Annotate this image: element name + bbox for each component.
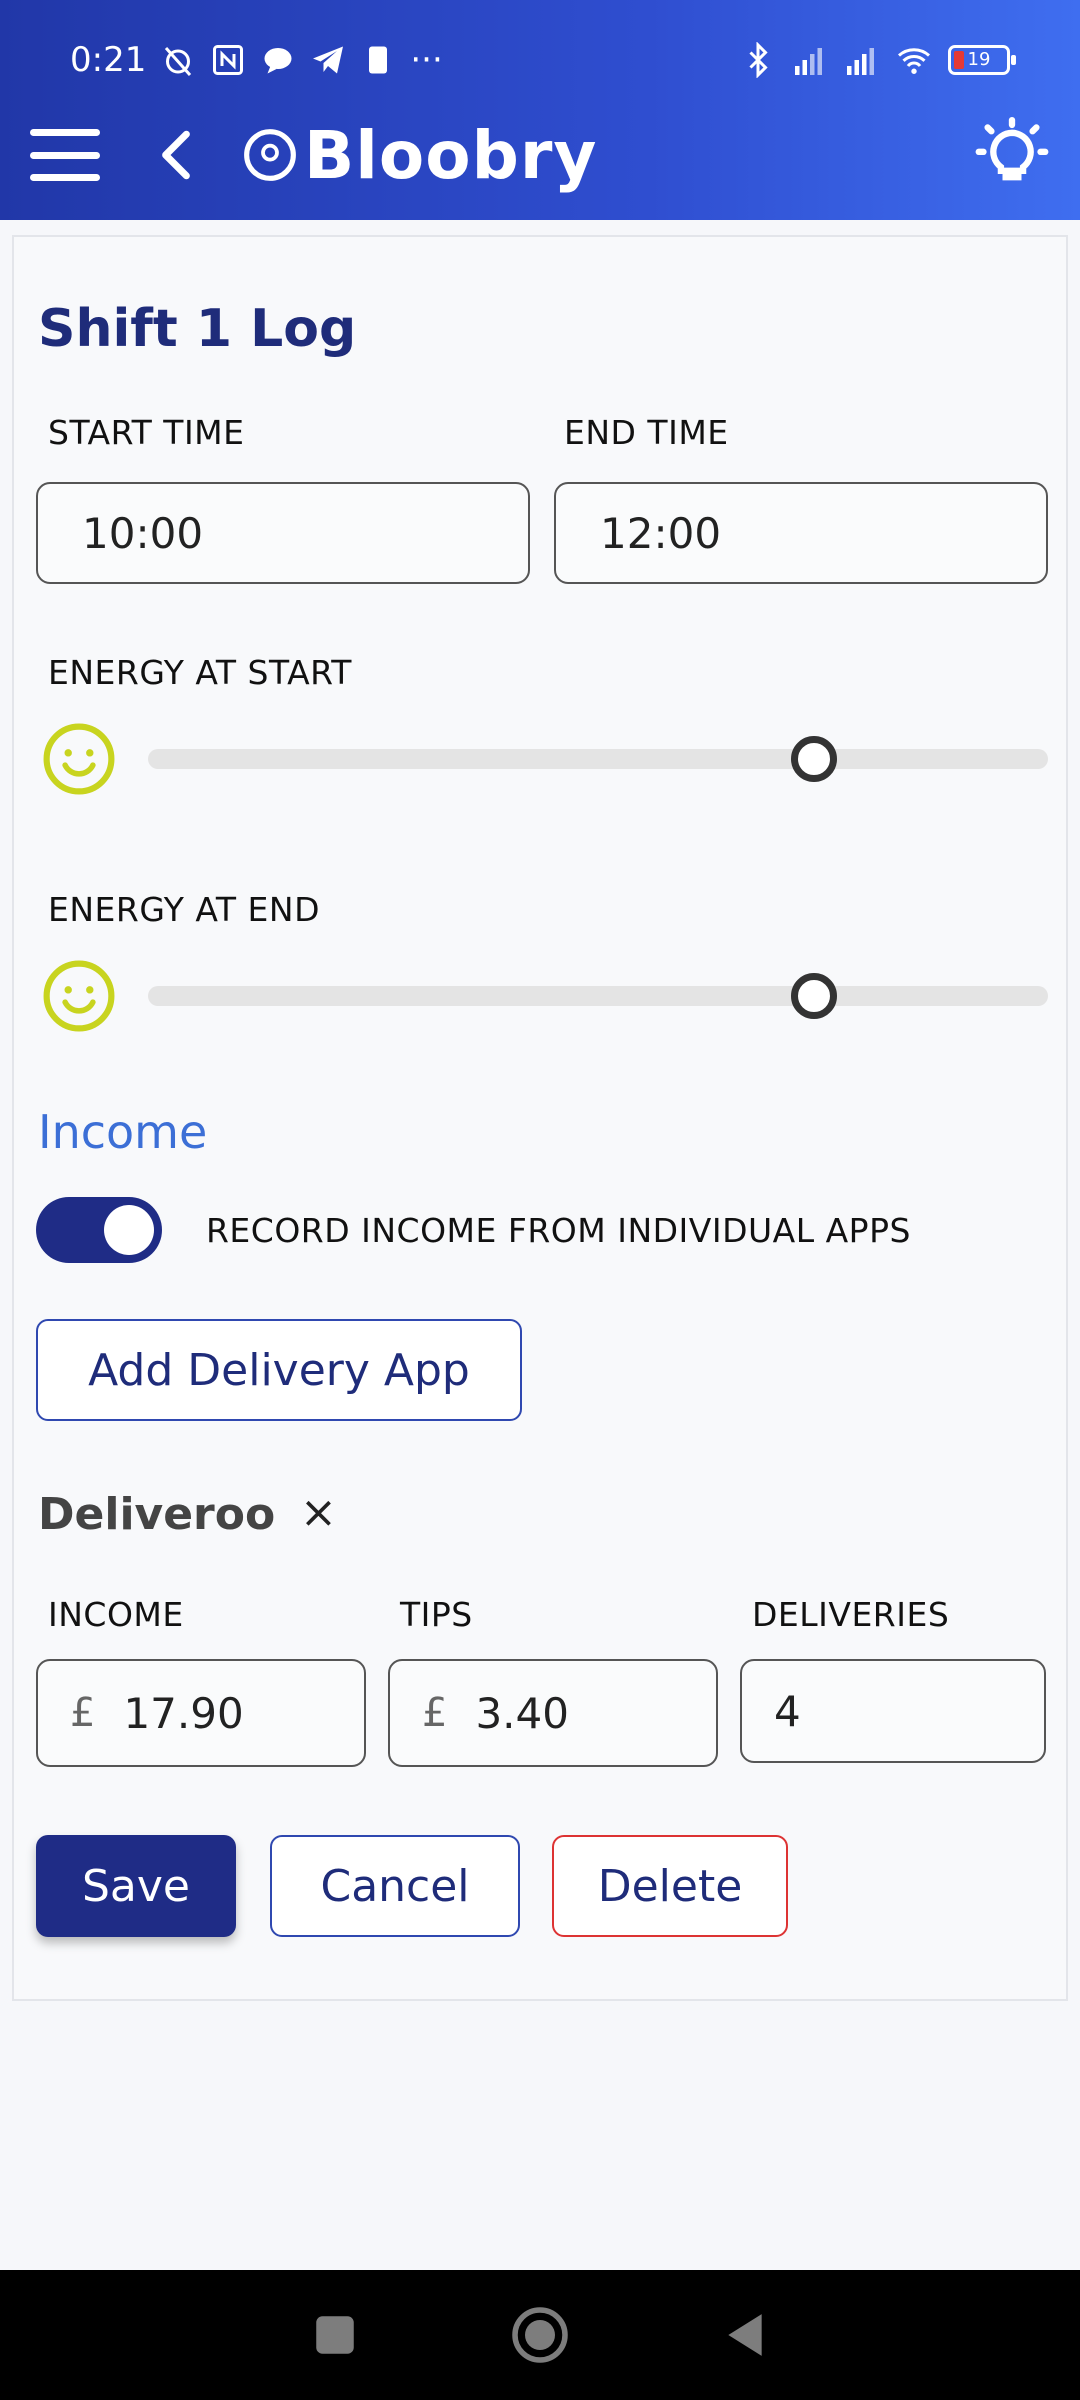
home-icon[interactable] xyxy=(510,2305,570,2365)
energy-start-slider-track[interactable] xyxy=(148,749,1048,769)
alarm-off-icon xyxy=(165,47,192,76)
record-income-label: RECORD INCOME FROM INDIVIDUAL APPS xyxy=(206,1211,911,1250)
lightbulb-icon[interactable] xyxy=(974,117,1050,193)
start-time-value: 10:00 xyxy=(82,508,204,558)
start-time-field[interactable]: 10:00 xyxy=(36,482,530,584)
income-section-title: Income xyxy=(38,1105,208,1159)
status-time: 0:21 xyxy=(70,40,147,80)
smiley-icon xyxy=(43,723,115,795)
tips-label: TIPS xyxy=(400,1595,473,1634)
telegram-icon xyxy=(313,46,344,74)
energy-start-label: ENERGY AT START xyxy=(48,653,352,692)
energy-end-label: ENERGY AT END xyxy=(48,890,320,929)
back-nav-icon[interactable] xyxy=(720,2310,770,2360)
shift-log-card: Shift 1 Log START TIME END TIME 10:00 12… xyxy=(12,235,1068,2001)
signal-icon xyxy=(795,48,822,75)
delivery-app-name: Deliveroo xyxy=(38,1489,276,1540)
end-time-value: 12:00 xyxy=(600,508,722,558)
shift-title: Shift 1 Log xyxy=(38,299,357,359)
signal-icon-2 xyxy=(847,48,874,75)
energy-end-slider-thumb[interactable] xyxy=(791,973,837,1019)
income-label: INCOME xyxy=(48,1595,184,1634)
sim-icon xyxy=(369,46,388,74)
remove-app-close-icon[interactable]: × xyxy=(300,1487,337,1538)
delete-button[interactable]: Delete xyxy=(552,1835,788,1937)
tips-value: 3.40 xyxy=(475,1688,569,1738)
income-value: 17.90 xyxy=(123,1688,244,1738)
bluetooth-icon xyxy=(749,42,768,78)
tips-field[interactable]: £ 3.40 xyxy=(388,1659,718,1767)
system-nav-bar xyxy=(0,2270,1080,2400)
record-income-toggle[interactable] xyxy=(36,1197,162,1263)
bloobry-logo-icon xyxy=(244,129,296,181)
save-button[interactable]: Save xyxy=(36,1835,236,1937)
back-icon[interactable] xyxy=(156,129,196,181)
chat-icon xyxy=(264,48,292,74)
deliveries-value: 4 xyxy=(774,1686,801,1736)
income-field[interactable]: £ 17.90 xyxy=(36,1659,366,1767)
end-time-label: END TIME xyxy=(564,413,729,452)
app-logo: Bloobry xyxy=(242,117,597,194)
app-title: Bloobry xyxy=(304,116,598,194)
recent-apps-icon[interactable] xyxy=(310,2310,360,2360)
app-header: 0:21 ··· 19 Bloobry xyxy=(0,0,1080,220)
deliveries-field[interactable]: 4 xyxy=(740,1659,1046,1763)
menu-icon[interactable] xyxy=(30,129,100,181)
energy-end-slider-track[interactable] xyxy=(148,986,1048,1006)
wifi-icon xyxy=(898,48,930,74)
cancel-button[interactable]: Cancel xyxy=(270,1835,520,1937)
battery-level: 19 xyxy=(967,49,991,70)
nfc-icon xyxy=(213,45,244,75)
deliveries-label: DELIVERIES xyxy=(752,1595,950,1634)
currency-symbol: £ xyxy=(70,1690,96,1736)
end-time-field[interactable]: 12:00 xyxy=(554,482,1048,584)
smiley-icon xyxy=(43,960,115,1032)
app-toolbar: Bloobry xyxy=(0,100,1080,210)
battery-icon: 19 xyxy=(948,45,1016,75)
more-notifications-icon: ··· xyxy=(410,40,443,80)
currency-symbol: £ xyxy=(422,1690,448,1736)
start-time-label: START TIME xyxy=(48,413,245,452)
energy-start-slider-thumb[interactable] xyxy=(791,736,837,782)
add-delivery-app-button[interactable]: Add Delivery App xyxy=(36,1319,522,1421)
